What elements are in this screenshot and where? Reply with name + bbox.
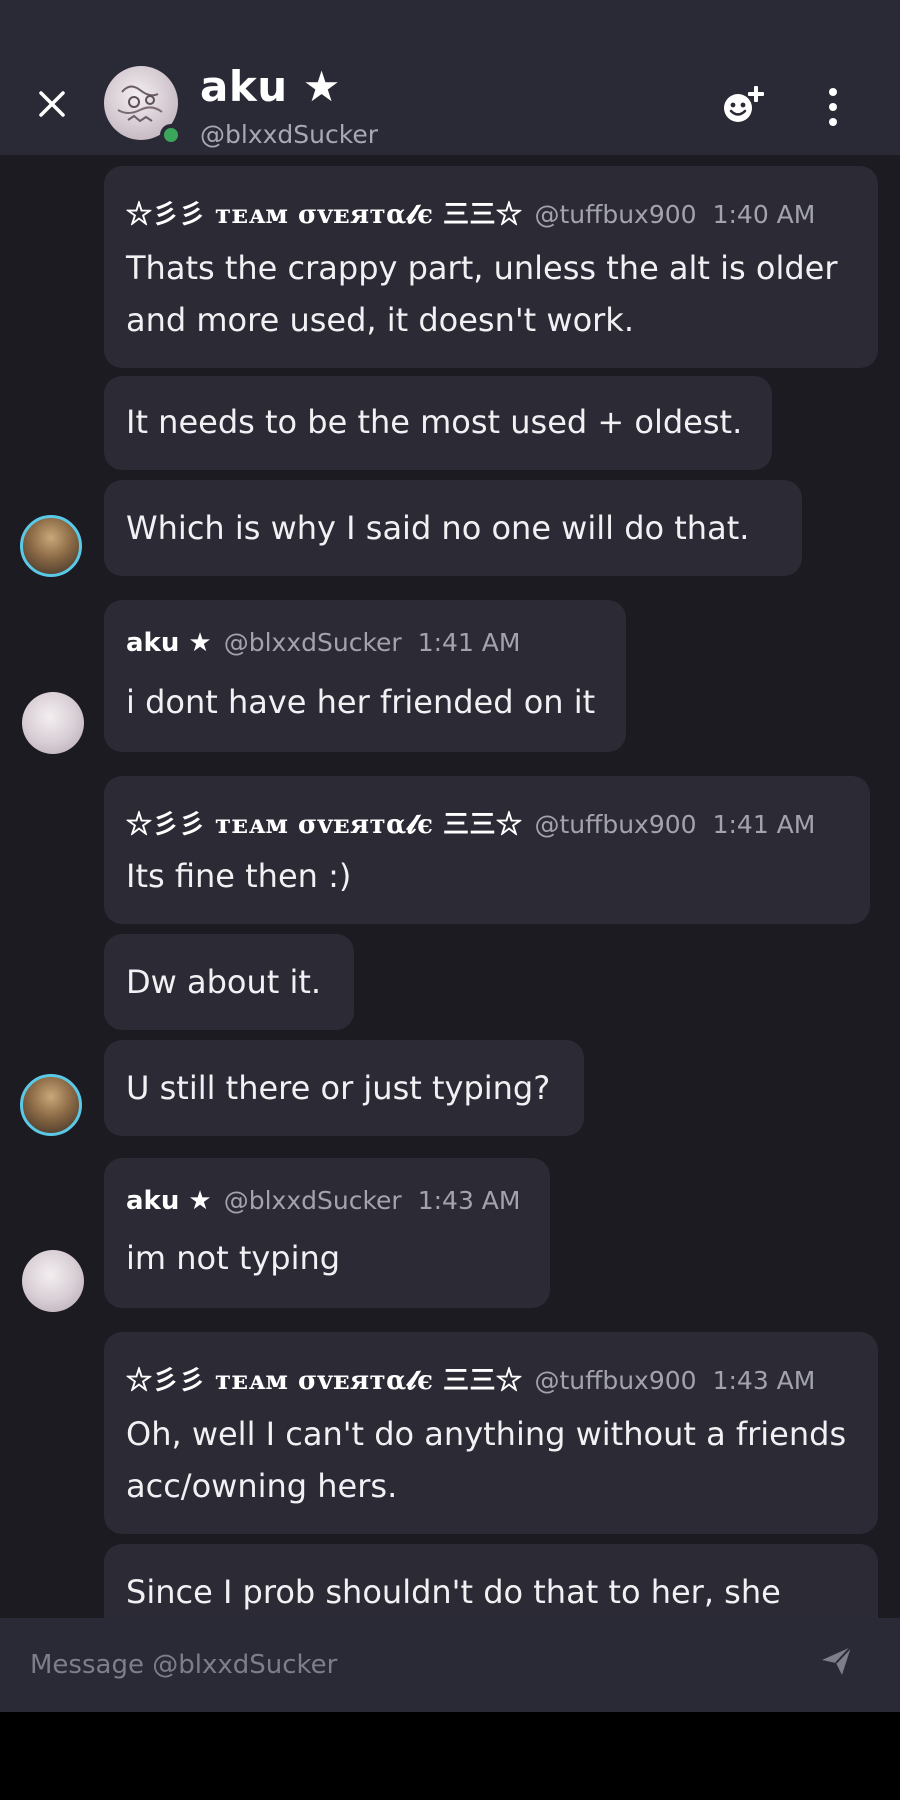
message-bubble[interactable]: U still there or just typing?	[104, 1040, 584, 1136]
message-timestamp: 1:43 AM	[417, 1186, 521, 1215]
send-icon	[822, 1646, 852, 1675]
send-button[interactable]	[820, 1644, 864, 1688]
add-friend-button[interactable]	[718, 80, 768, 130]
message-bubble[interactable]: It needs to be the most used + oldest.	[104, 376, 772, 470]
message-author[interactable]: ☆彡彡 ᴛᴇᴀᴍ σᴠᴇяᴛα𝓵є 三三☆	[126, 804, 522, 841]
message-bubble[interactable]: ☆彡彡 ᴛᴇᴀᴍ σᴠᴇяᴛα𝓵є 三三☆ @tuffbux900 1:41 A…	[104, 776, 870, 924]
more-dot	[829, 118, 837, 126]
message-text: Since I prob shouldn't do that to her, s…	[126, 1573, 781, 1611]
dm-screen: aku ★ @blxxdSucker ☆彡彡 ᴛᴇᴀᴍ σᴠᴇяᴛα𝓵є 三三☆…	[0, 0, 900, 1800]
message-text: It needs to be the most used + oldest.	[126, 403, 743, 441]
close-button[interactable]	[30, 82, 74, 126]
system-navigation-bar	[0, 1712, 900, 1800]
add-friend-icon	[724, 86, 764, 122]
more-options-button[interactable]	[818, 82, 848, 132]
message-bubble[interactable]: aku ★ @blxxdSucker 1:43 AM im not typing	[104, 1158, 550, 1308]
message-author-handle: @tuffbux900	[534, 810, 697, 839]
message-author[interactable]: aku ★	[126, 628, 212, 658]
message-author[interactable]: ☆彡彡 ᴛᴇᴀᴍ σᴠᴇяᴛα𝓵є 三三☆	[126, 194, 522, 231]
message-text: Its fine then :)	[126, 857, 352, 895]
online-status-indicator	[160, 124, 182, 146]
message-timestamp: 1:41 AM	[417, 628, 521, 657]
message-meta: ☆彡彡 ᴛᴇᴀᴍ σᴠᴇяᴛα𝓵є 三三☆ @tuffbux900 1:40 A…	[126, 194, 815, 231]
message-timestamp: 1:43 AM	[712, 1366, 816, 1395]
message-meta: aku ★ @blxxdSucker 1:43 AM	[126, 1186, 520, 1216]
avatar[interactable]	[20, 1074, 82, 1136]
avatar[interactable]	[20, 515, 82, 577]
message-text: Thats the crappy part, unless the alt is…	[126, 249, 838, 339]
message-author-handle: @blxxdSucker	[223, 1186, 402, 1215]
avatar[interactable]	[22, 1250, 84, 1312]
message-text: im not typing	[126, 1239, 341, 1277]
dm-header: aku ★ @blxxdSucker	[0, 0, 900, 155]
message-bubble[interactable]: Dw about it.	[104, 934, 354, 1030]
message-timestamp: 1:41 AM	[712, 810, 816, 839]
more-vertical-icon	[829, 88, 837, 96]
message-author-handle: @tuffbux900	[534, 1366, 697, 1395]
message-author-handle: @blxxdSucker	[223, 628, 402, 657]
avatar[interactable]	[22, 692, 84, 754]
message-text: i dont have her friended on it	[126, 683, 596, 721]
message-text: Dw about it.	[126, 963, 322, 1001]
message-bubble[interactable]: Which is why I said no one will do that.	[104, 480, 802, 576]
more-dot	[829, 103, 837, 111]
chat-handle: @blxxdSucker	[200, 120, 378, 149]
message-input[interactable]	[30, 1642, 790, 1688]
message-meta: ☆彡彡 ᴛᴇᴀᴍ σᴠᴇяᴛα𝓵є 三三☆ @tuffbux900 1:41 A…	[126, 804, 815, 841]
message-author-handle: @tuffbux900	[534, 200, 697, 229]
message-text: U still there or just typing?	[126, 1069, 551, 1107]
message-meta: ☆彡彡 ᴛᴇᴀᴍ σᴠᴇяᴛα𝓵є 三三☆ @tuffbux900 1:43 A…	[126, 1360, 815, 1397]
message-bubble[interactable]: ☆彡彡 ᴛᴇᴀᴍ σᴠᴇяᴛα𝓵є 三三☆ @tuffbux900 1:43 A…	[104, 1332, 878, 1534]
message-timestamp: 1:40 AM	[712, 200, 816, 229]
message-composer	[0, 1618, 900, 1712]
message-text: Oh, well I can't do anything without a f…	[126, 1415, 847, 1505]
message-author[interactable]: ☆彡彡 ᴛᴇᴀᴍ σᴠᴇяᴛα𝓵є 三三☆	[126, 1360, 522, 1397]
message-text: Which is why I said no one will do that.	[126, 509, 750, 547]
message-bubble[interactable]: aku ★ @blxxdSucker 1:41 AM i dont have h…	[104, 600, 626, 752]
close-icon	[39, 91, 65, 117]
message-meta: aku ★ @blxxdSucker 1:41 AM	[126, 628, 520, 658]
chat-title: aku ★	[200, 62, 341, 111]
message-bubble[interactable]: ☆彡彡 ᴛᴇᴀᴍ σᴠᴇяᴛα𝓵є 三三☆ @tuffbux900 1:40 A…	[104, 166, 878, 368]
message-author[interactable]: aku ★	[126, 1186, 212, 1216]
